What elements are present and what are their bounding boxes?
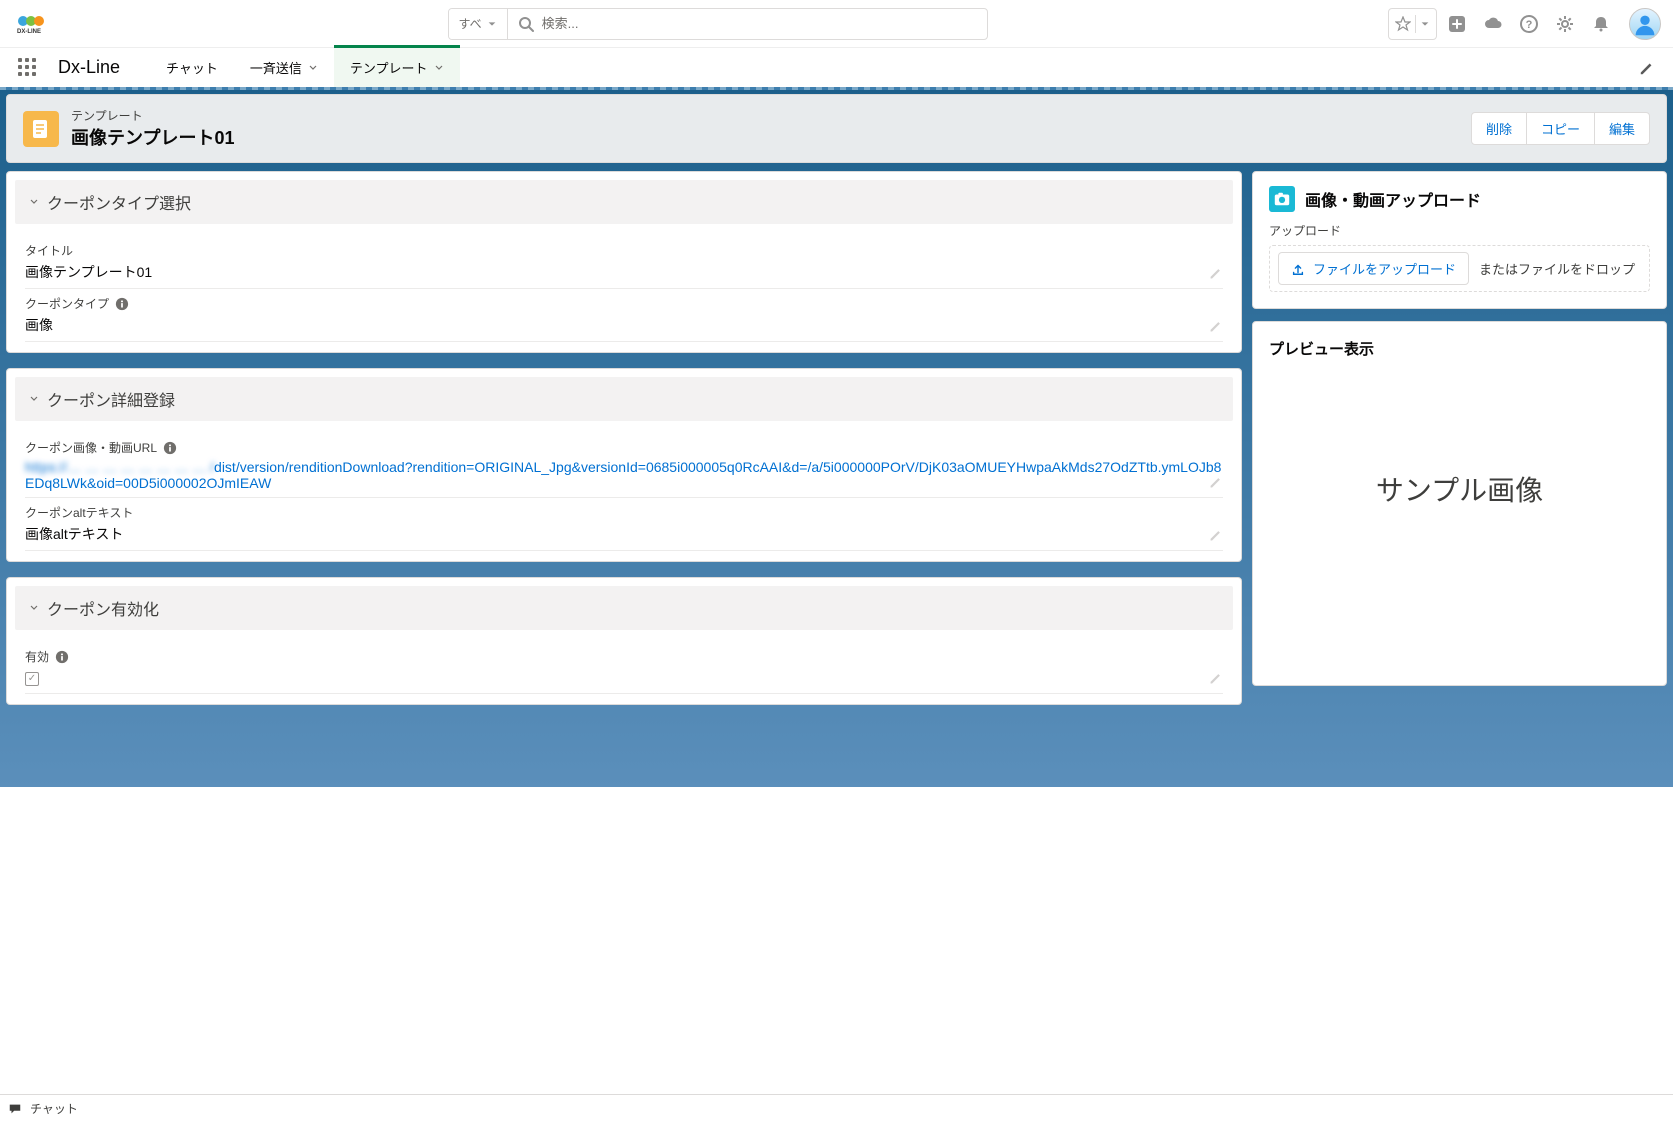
object-label: テンプレート xyxy=(71,107,1459,124)
inline-edit-button[interactable] xyxy=(1209,671,1223,685)
url-link[interactable]: https://… … … … … … … … /dist/version/re… xyxy=(25,459,1221,491)
upload-card: 画像・動画アップロード アップロード ファイルをアップロード またはファイルをド… xyxy=(1252,171,1667,309)
salesforce-help-cloud-button[interactable] xyxy=(1477,8,1509,40)
field-coupon-type: クーポンタイプ 画像 xyxy=(25,289,1223,342)
utility-bar-chat[interactable]: チャット xyxy=(0,1094,1673,1122)
preview-placeholder: サンプル画像 xyxy=(1269,449,1650,669)
edit-button[interactable]: 編集 xyxy=(1594,112,1650,145)
global-actions-button[interactable] xyxy=(1441,8,1473,40)
plus-icon xyxy=(1447,14,1467,34)
star-icon xyxy=(1395,16,1411,32)
upload-file-button[interactable]: ファイルをアップロード xyxy=(1278,252,1469,285)
gear-icon xyxy=(1555,14,1575,34)
inline-edit-button[interactable] xyxy=(1209,319,1223,333)
page-content: テンプレート 画像テンプレート01 削除 コピー 編集 クーポンタイプ選択 タイ… xyxy=(0,87,1673,787)
camera-icon xyxy=(1273,190,1291,208)
inline-edit-button[interactable] xyxy=(1209,528,1223,542)
upload-icon xyxy=(1291,262,1305,276)
pencil-icon xyxy=(1209,528,1223,542)
pencil-icon xyxy=(1209,671,1223,685)
help-icon xyxy=(1519,14,1539,34)
app-launcher-button[interactable] xyxy=(18,58,38,78)
section-header[interactable]: クーポン有効化 xyxy=(15,586,1233,630)
nav-tab-broadcast[interactable]: 一斉送信 xyxy=(234,48,334,87)
app-nav-bar: Dx-Line チャット 一斉送信 テンプレート xyxy=(0,47,1673,87)
pencil-icon xyxy=(1209,319,1223,333)
chevron-down-icon xyxy=(29,394,39,404)
pencil-icon xyxy=(1209,266,1223,280)
info-icon[interactable] xyxy=(55,650,69,664)
delete-button[interactable]: 削除 xyxy=(1471,112,1527,145)
favorites-button[interactable] xyxy=(1388,8,1437,40)
setup-button[interactable] xyxy=(1549,8,1581,40)
copy-button[interactable]: コピー xyxy=(1527,112,1594,145)
search-icon xyxy=(518,16,534,32)
bell-icon xyxy=(1591,14,1611,34)
help-button[interactable] xyxy=(1513,8,1545,40)
inline-edit-button[interactable] xyxy=(1209,475,1223,489)
record-header: テンプレート 画像テンプレート01 削除 コピー 編集 xyxy=(6,94,1667,163)
search-input[interactable] xyxy=(542,16,977,31)
file-drop-zone[interactable]: ファイルをアップロード またはファイルをドロップ xyxy=(1269,245,1650,292)
record-actions: 削除 コピー 編集 xyxy=(1471,112,1650,145)
inline-edit-button[interactable] xyxy=(1209,266,1223,280)
search-scope-select[interactable]: すべ xyxy=(449,9,508,39)
pencil-icon xyxy=(1639,60,1655,76)
chevron-down-icon xyxy=(434,63,444,73)
pencil-icon xyxy=(1209,475,1223,489)
chat-icon xyxy=(8,1102,22,1116)
field-title: タイトル 画像テンプレート01 xyxy=(25,236,1223,289)
field-alt-text: クーポンaltテキスト 画像altテキスト xyxy=(25,498,1223,551)
caret-down-icon xyxy=(1420,19,1430,29)
app-logo: DX-LINE xyxy=(17,9,47,39)
camera-icon-container xyxy=(1269,186,1295,212)
section-coupon-enable: クーポン有効化 有効 ✓ xyxy=(6,577,1242,705)
user-avatar[interactable] xyxy=(1629,8,1661,40)
app-name: Dx-Line xyxy=(58,57,120,78)
field-enabled: 有効 ✓ xyxy=(25,642,1223,694)
nav-tab-template[interactable]: テンプレート xyxy=(334,45,460,87)
info-icon[interactable] xyxy=(115,297,129,311)
field-coupon-url: クーポン画像・動画URL https://… … … … … … … … /di… xyxy=(25,433,1223,498)
edit-page-button[interactable] xyxy=(1633,54,1661,82)
nav-tab-chat[interactable]: チャット xyxy=(150,48,234,87)
chevron-down-icon xyxy=(29,197,39,207)
global-search: すべ xyxy=(448,8,988,40)
section-coupon-type: クーポンタイプ選択 タイトル 画像テンプレート01 クーポンタイプ 画像 xyxy=(6,171,1242,353)
global-header: DX-LINE すべ xyxy=(0,0,1673,47)
section-header[interactable]: クーポン詳細登録 xyxy=(15,377,1233,421)
chevron-down-icon xyxy=(29,603,39,613)
info-icon[interactable] xyxy=(163,441,177,455)
notifications-button[interactable] xyxy=(1585,8,1617,40)
record-title: 画像テンプレート01 xyxy=(71,124,1459,150)
record-type-icon xyxy=(23,111,59,147)
checkbox-checked: ✓ xyxy=(25,672,39,686)
section-coupon-detail: クーポン詳細登録 クーポン画像・動画URL https://… … … … … … xyxy=(6,368,1242,562)
avatar-icon xyxy=(1630,8,1660,40)
section-header[interactable]: クーポンタイプ選択 xyxy=(15,180,1233,224)
chevron-down-icon xyxy=(308,63,318,73)
document-icon xyxy=(30,118,52,140)
cloud-icon xyxy=(1483,14,1503,34)
preview-card: プレビュー表示 サンプル画像 xyxy=(1252,321,1667,686)
